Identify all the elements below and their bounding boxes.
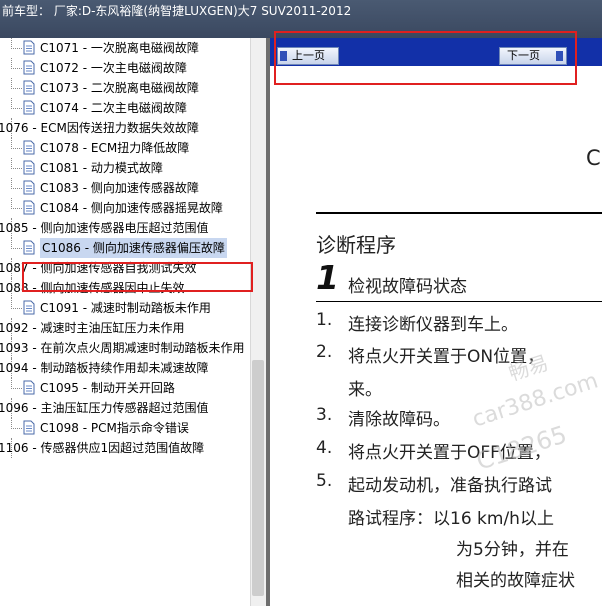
tree-connector — [11, 58, 22, 69]
tree-connector — [11, 378, 22, 389]
tree-item-label: 1076 - ECM因传送扭力数据失效故障 — [0, 121, 199, 135]
document-icon — [23, 160, 35, 175]
tree-item[interactable]: C1098 - PCM指示命令错误 — [0, 418, 250, 438]
document-icon — [23, 80, 35, 95]
procedure-number: 2. — [316, 342, 333, 362]
procedure-number: 5. — [316, 471, 333, 491]
tree-item[interactable]: C1078 - ECM扭力降低故障 — [0, 138, 250, 158]
tree-scrollbar[interactable] — [250, 38, 266, 606]
tree-item-label: C1083 - 侧向加速传感器故障 — [40, 181, 199, 195]
procedure-line: 5. 起动发动机，准备执行路试 — [270, 471, 602, 501]
document-icon — [23, 140, 35, 155]
tree-item[interactable]: 1096 - 主油压缸压力传感器超过范围值 — [0, 398, 250, 418]
tree-item-label: C1078 - ECM扭力降低故障 — [40, 141, 190, 155]
tree-connector — [11, 98, 22, 109]
tree-item[interactable]: C1073 - 二次脱离电磁阀故障 — [0, 78, 250, 98]
step-title: 检视故障码状态 — [348, 277, 467, 297]
tree-item[interactable]: C1095 - 制动开关开回路 — [0, 378, 250, 398]
tree-item-label: 1106 - 传感器供应1因超过范围值故障 — [0, 441, 205, 455]
procedure-number: 1. — [316, 310, 333, 330]
tree-item-label: 1096 - 主油压缸压力传感器超过范围值 — [0, 401, 209, 415]
procedure-number: 4. — [316, 438, 333, 458]
procedure-text: 路试程序：以16 km/h以上 — [348, 509, 554, 529]
tree-scrollbar-thumb[interactable] — [252, 360, 264, 596]
tree-item-label: 1094 - 制动踏板持续作用却未减速故障 — [0, 361, 209, 375]
highlight-nav-buttons — [274, 31, 577, 85]
document-panel: 上一页 下一页 C 诊断程序 1 检视故障码状态 1. 连接诊断仪器到车上。 2. 将… — [270, 38, 602, 606]
tree-connector — [11, 198, 22, 209]
tree-item[interactable]: C1091 - 减速时制动踏板未作用 — [0, 298, 250, 318]
procedure-text: 起动发动机，准备执行路试 — [348, 476, 552, 496]
step-rule — [316, 301, 602, 302]
procedure-text: 连接诊断仪器到车上。 — [348, 315, 518, 335]
tree-item[interactable]: C1072 - 一次主电磁阀故障 — [0, 58, 250, 78]
procedure-line: 为5分钟，并在 — [270, 535, 602, 565]
document-icon — [23, 300, 35, 315]
document-icon — [23, 420, 35, 435]
tree-item[interactable]: C1084 - 侧向加速传感器摇晃故障 — [0, 198, 250, 218]
page-header: C — [586, 146, 601, 170]
tree-item-label: C1073 - 二次脱离电磁阀故障 — [40, 81, 199, 95]
procedure-text: 为5分钟，并在 — [456, 540, 569, 560]
procedure-text: 相关的故障症状 — [456, 571, 575, 591]
tree-item-label: 1085 - 侧向加速传感器电压超过范围值 — [0, 221, 209, 235]
highlight-selected-item — [22, 262, 253, 292]
window-title: 前车型： 厂家:D-东风裕隆(纳智捷LUXGEN)大7 SUV2011-2012 — [2, 4, 352, 18]
tree-item[interactable]: 1106 - 传感器供应1因超过范围值故障 — [0, 438, 250, 458]
tree-connector — [11, 238, 22, 249]
step-number: 1 — [316, 258, 339, 297]
tree-item-label: C1074 - 二次主电磁阀故障 — [40, 101, 187, 115]
document-icon — [23, 380, 35, 395]
procedure-line: 1. 连接诊断仪器到车上。 — [270, 310, 602, 340]
tree-item-label: C1095 - 制动开关开回路 — [40, 381, 175, 395]
tree-item-label: C1081 - 动力模式故障 — [40, 161, 163, 175]
tree-item[interactable]: C1083 - 侧向加速传感器故障 — [0, 178, 250, 198]
tree-item[interactable]: 1094 - 制动踏板持续作用却未减速故障 — [0, 358, 250, 378]
tree-item-label: C1084 - 侧向加速传感器摇晃故障 — [40, 201, 223, 215]
tree-connector — [11, 178, 22, 189]
document-icon — [23, 60, 35, 75]
document-icon — [23, 40, 35, 55]
tree-item[interactable]: C1081 - 动力模式故障 — [0, 158, 250, 178]
tree-item[interactable]: 1085 - 侧向加速传感器电压超过范围值 — [0, 218, 250, 238]
procedure-number: 3. — [316, 405, 333, 425]
tree-item-label: C1098 - PCM指示命令错误 — [40, 421, 189, 435]
document-icon — [23, 240, 35, 255]
procedure-text: 清除故障码。 — [348, 410, 450, 430]
tree-item-selected[interactable]: C1086 - 侧向加速传感器偏压故障 — [0, 238, 250, 258]
tree-connector — [11, 78, 22, 89]
tree-item[interactable]: 1076 - ECM因传送扭力数据失效故障 — [0, 118, 250, 138]
tree-connector — [11, 38, 22, 49]
tree-item-label: 1093 - 在前次点火周期减速时制动踏板未作用 — [0, 341, 245, 355]
tree-item-label: 1092 - 减速时主油压缸压力未作用 — [0, 321, 185, 335]
procedure-line: 相关的故障症状 — [270, 566, 602, 596]
tree-item-label: C1071 - 一次脱离电磁阀故障 — [40, 41, 199, 55]
section-title: 诊断程序 — [316, 233, 396, 257]
tree-item-label: C1086 - 侧向加速传感器偏压故障 — [40, 238, 227, 258]
tree-item[interactable]: C1071 - 一次脱离电磁阀故障 — [0, 38, 250, 58]
tree-item-label: C1091 - 减速时制动踏板未作用 — [40, 301, 211, 315]
tree-item[interactable]: 1093 - 在前次点火周期减速时制动踏板未作用 — [0, 338, 250, 358]
document-icon — [23, 100, 35, 115]
section-rule — [316, 212, 602, 214]
tree-connector — [11, 138, 22, 149]
tree-item-label: C1072 - 一次主电磁阀故障 — [40, 61, 187, 75]
document-icon — [23, 200, 35, 215]
document-icon — [23, 180, 35, 195]
procedure-line: 路试程序：以16 km/h以上 — [270, 504, 602, 534]
tree-panel: C1071 - 一次脱离电磁阀故障 C1072 - 一次主电磁阀故障 C1073 -… — [0, 38, 267, 606]
tree-item[interactable]: 1092 - 减速时主油压缸压力未作用 — [0, 318, 250, 338]
tree-connector — [11, 418, 22, 429]
tree-connector — [11, 298, 22, 309]
tree-connector — [11, 158, 22, 169]
tree-item[interactable]: C1074 - 二次主电磁阀故障 — [0, 98, 250, 118]
procedure-line: 2. 将点火开关置于ON位置， — [270, 342, 602, 372]
procedure-text: 来。 — [348, 380, 382, 400]
